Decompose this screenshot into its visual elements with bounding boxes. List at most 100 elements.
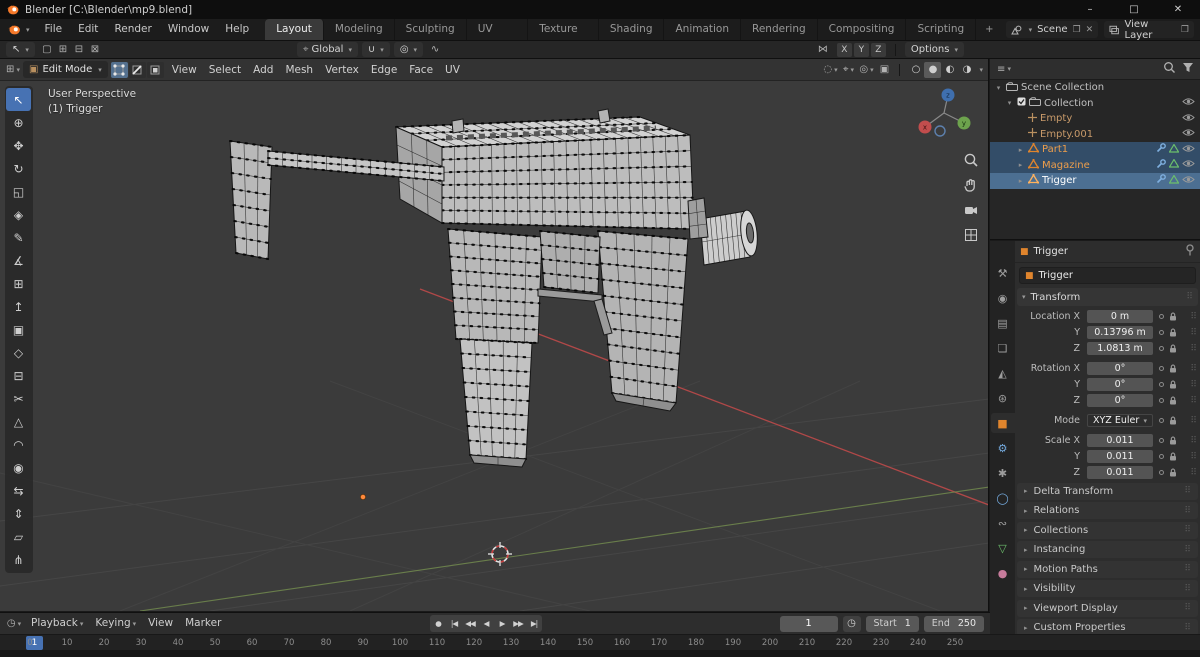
select-subtract-icon[interactable]: ⊟ (71, 43, 87, 57)
tool-shear[interactable]: ▱ (6, 525, 31, 548)
mirror-axis-y[interactable]: Y (854, 43, 869, 57)
orthographic-toggle-icon[interactable] (962, 226, 979, 243)
workspace-tab-texture-paint[interactable]: Texture Paint (528, 19, 599, 40)
zoom-icon[interactable] (962, 151, 979, 168)
collection-checkbox-icon[interactable] (1017, 97, 1026, 109)
show-overlays-icon[interactable]: ◎▾ (858, 63, 874, 77)
new-scene-icon[interactable]: ❐ (1073, 25, 1081, 35)
value-field[interactable]: 0.011 (1087, 434, 1153, 448)
outliner-row-empty-001[interactable]: Empty.001 (990, 127, 1200, 143)
value-field[interactable]: 0° (1087, 378, 1153, 392)
animate-decorator-icon[interactable] (1159, 330, 1164, 335)
editor-type-icon[interactable]: ≡▾ (996, 62, 1012, 76)
properties-tab-physics[interactable]: ◯ (991, 488, 1015, 508)
properties-tab-world[interactable]: ⊛ (991, 388, 1015, 408)
viewport-menu-vertex[interactable]: Vertex (319, 59, 365, 81)
outliner-row-scene-collection[interactable]: ▾Scene Collection (990, 80, 1200, 96)
object-name-field[interactable]: ■ Trigger (1019, 267, 1196, 284)
object-type-visibility-icon[interactable]: ◌▾ (822, 63, 838, 77)
breadcrumb-object-name[interactable]: Trigger (1034, 246, 1069, 257)
show-gizmos-icon[interactable]: ⌖▾ (840, 63, 856, 77)
tool-loop-cut[interactable]: ⊟ (6, 364, 31, 387)
gizmo-negative-z[interactable] (935, 126, 945, 136)
outliner-row-collection[interactable]: ▾Collection (990, 96, 1200, 112)
section-viewport-display[interactable]: ▸Viewport Display⠿ (1017, 600, 1198, 617)
animate-decorator-icon[interactable] (1159, 366, 1164, 371)
tool-select-box[interactable]: ↖ (6, 88, 31, 111)
previous-keyframe-button[interactable]: ◀◀ (462, 616, 478, 632)
expand-caret-icon[interactable]: ▾ (1005, 99, 1014, 107)
shading-dropdown-icon[interactable]: ▾ (979, 66, 983, 74)
transform-panel-header[interactable]: ▾ Transform ⠿ (1017, 288, 1198, 306)
properties-tab-render[interactable]: ◉ (991, 288, 1015, 308)
editor-type-icon[interactable]: ⊞▾ (5, 63, 21, 77)
scene-selector[interactable]: ▾ Scene ❐ ✕ (1006, 21, 1099, 38)
expand-caret-icon[interactable]: ▸ (1016, 177, 1025, 185)
value-field[interactable]: 0° (1087, 394, 1153, 408)
menu-help[interactable]: Help (217, 19, 257, 40)
section-instancing[interactable]: ▸Instancing⠿ (1017, 541, 1198, 558)
maximize-button[interactable]: □ (1112, 0, 1156, 19)
close-button[interactable]: ✕ (1156, 0, 1200, 19)
animate-decorator-icon[interactable] (1159, 418, 1164, 423)
viewport-menu-view[interactable]: View (166, 59, 203, 81)
tool-knife[interactable]: ✂ (6, 387, 31, 410)
options-dropdown[interactable]: Options ▾ (905, 42, 964, 57)
tool-cursor[interactable]: ⊕ (6, 111, 31, 134)
modifier-wrench-icon[interactable] (1156, 159, 1166, 172)
modifier-wrench-icon[interactable] (1156, 143, 1166, 156)
timeline-menu-playback[interactable]: Playback▾ (25, 612, 89, 635)
menu-window[interactable]: Window (160, 19, 217, 40)
select-set-icon[interactable]: ▢ (39, 43, 55, 57)
properties-tab-constraints[interactable]: ∾ (991, 513, 1015, 533)
tool-shrink-fatten[interactable]: ⇕ (6, 502, 31, 525)
active-tool-button[interactable]: ↖ ▾ (6, 42, 35, 57)
play-reverse-button[interactable]: ◀ (478, 616, 494, 632)
snap-toggle[interactable]: ∪ ▾ (362, 42, 390, 57)
menu-render[interactable]: Render (106, 19, 159, 40)
properties-tab-tool[interactable]: ⚒ (991, 263, 1015, 283)
properties-tab-scene[interactable]: ◭ (991, 363, 1015, 383)
new-view-layer-icon[interactable]: ❐ (1181, 25, 1189, 35)
pin-icon[interactable] (1185, 244, 1195, 259)
outliner-row-magazine[interactable]: ▸Magazine (990, 158, 1200, 174)
filter-icon[interactable] (1182, 62, 1194, 76)
panel-drag-handle[interactable]: ⠿ (1186, 292, 1193, 302)
value-field[interactable]: 0.13796 m (1087, 326, 1153, 340)
section-motion-paths[interactable]: ▸Motion Paths⠿ (1017, 561, 1198, 578)
value-field[interactable]: 0° (1087, 362, 1153, 376)
tool-measure[interactable]: ∡ (6, 249, 31, 272)
workspace-tab-scripting[interactable]: Scripting (906, 19, 976, 40)
tool-rip-region[interactable]: ⋔ (6, 548, 31, 571)
jump-to-start-button[interactable]: |◀ (446, 616, 462, 632)
lock-icon[interactable] (1169, 364, 1177, 373)
mirror-axis-z[interactable]: Z (871, 43, 886, 57)
rotation-mode-dropdown[interactable]: XYZ Euler▾ (1087, 414, 1153, 428)
value-field[interactable]: 0.011 (1087, 450, 1153, 464)
animate-decorator-icon[interactable] (1159, 470, 1164, 475)
lock-icon[interactable] (1169, 452, 1177, 461)
outliner-row-empty[interactable]: Empty (990, 111, 1200, 127)
viewport-3d-canvas[interactable] (0, 81, 988, 611)
tool-extrude-region[interactable]: ↥ (6, 295, 31, 318)
tool-poly-build[interactable]: △ (6, 410, 31, 433)
expand-caret-icon[interactable]: ▾ (994, 84, 1003, 92)
workspace-tab-uv-editing[interactable]: UV Editing (467, 19, 529, 40)
section-collections[interactable]: ▸Collections⠿ (1017, 522, 1198, 539)
timeline-menu-marker[interactable]: Marker (179, 612, 227, 635)
play-button[interactable]: ▶ (494, 616, 510, 632)
visibility-eye-icon[interactable] (1182, 159, 1195, 171)
face-select-button[interactable] (147, 62, 164, 78)
animate-decorator-icon[interactable] (1159, 398, 1164, 403)
tool-annotate[interactable]: ✎ (6, 226, 31, 249)
tool-bevel[interactable]: ◇ (6, 341, 31, 364)
use-preview-range-icon[interactable]: ◷ (843, 616, 861, 632)
viewport-menu-edge[interactable]: Edge (365, 59, 403, 81)
mesh-data-icon[interactable] (1169, 175, 1179, 187)
toggle-xray-icon[interactable]: ▣ (876, 63, 892, 77)
shading-rendered-icon[interactable]: ◑ (958, 62, 975, 78)
minimize-button[interactable]: – (1068, 0, 1112, 19)
frame-end-field[interactable]: End 250 (924, 616, 984, 632)
viewport-menu-select[interactable]: Select (203, 59, 247, 81)
properties-tab-material[interactable]: ● (991, 563, 1015, 583)
